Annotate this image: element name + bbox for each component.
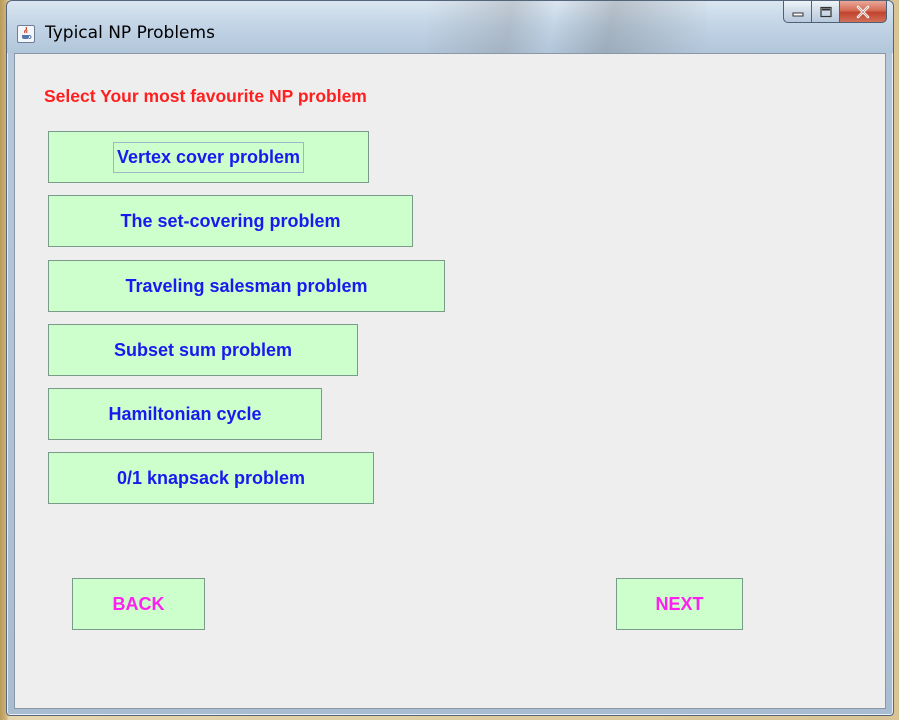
next-label: NEXT [655,593,704,614]
page-heading: Select Your most favourite NP problem [44,86,367,106]
minimize-button[interactable] [783,1,811,23]
maximize-icon [819,6,832,17]
button-label: The set-covering problem [120,210,341,231]
set-covering-button[interactable]: The set-covering problem [48,195,413,247]
vertex-cover-button[interactable]: Vertex cover problem [48,131,369,183]
back-button[interactable]: BACK [72,578,205,630]
minimize-icon [792,12,803,16]
button-label: Vertex cover problem [116,146,301,167]
next-button[interactable]: NEXT [616,578,743,630]
back-label: BACK [112,593,165,614]
close-button[interactable] [839,1,887,23]
subset-sum-button[interactable]: Subset sum problem [48,324,358,376]
maximize-button[interactable] [811,1,839,23]
window-title: Typical NP Problems [45,23,215,43]
button-label: Hamiltonian cycle [108,403,262,424]
knapsack-button[interactable]: 0/1 knapsack problem [48,452,374,504]
close-icon [856,5,870,18]
window-controls [783,1,887,23]
traveling-salesman-button[interactable]: Traveling salesman problem [48,260,445,312]
button-label: Subset sum problem [113,339,293,360]
hamiltonian-cycle-button[interactable]: Hamiltonian cycle [48,388,322,440]
button-label: 0/1 knapsack problem [116,467,306,488]
button-label: Traveling salesman problem [125,275,368,296]
focus-ring: Vertex cover problem [112,141,305,173]
java-cup-icon[interactable] [17,25,35,43]
title-bar[interactable]: Typical NP Problems [7,1,893,53]
